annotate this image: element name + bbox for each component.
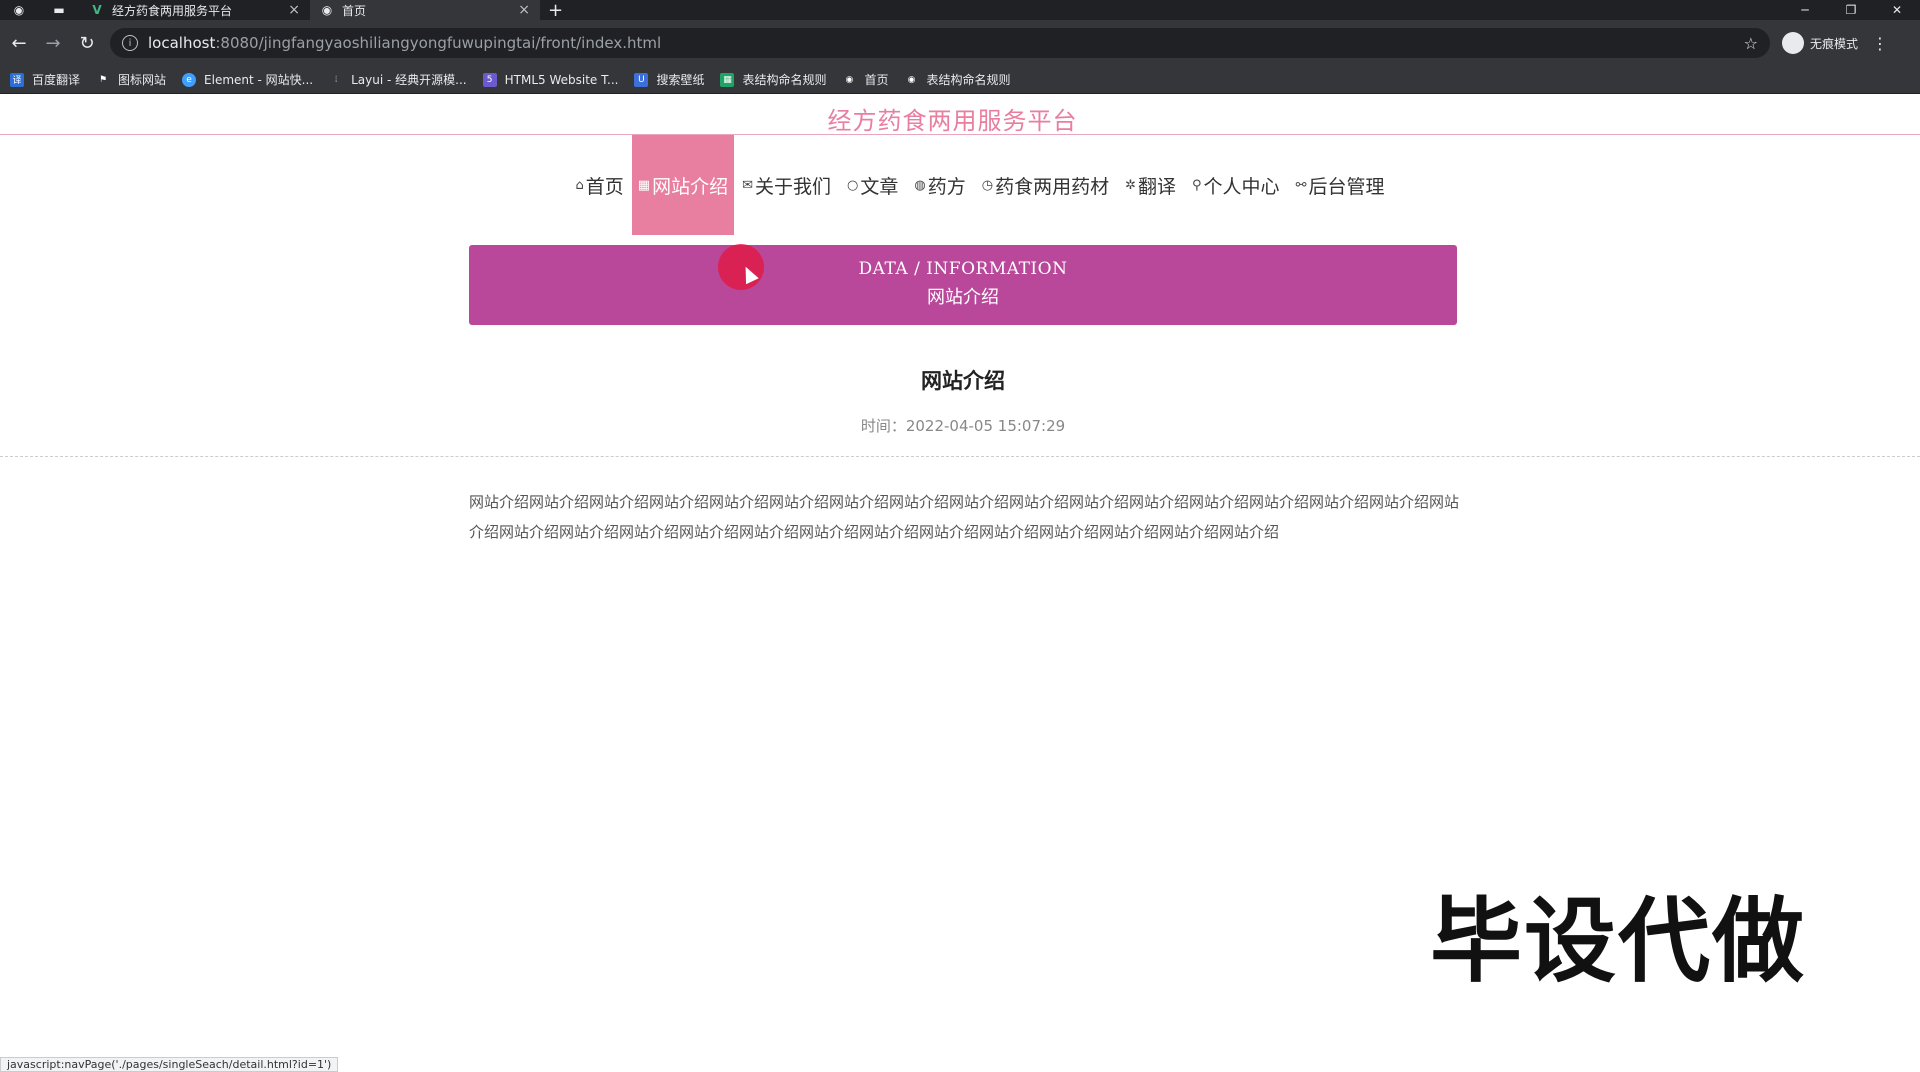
click-indicator xyxy=(718,244,764,290)
url-host: localhost xyxy=(148,34,216,52)
flag-icon: ⚑ xyxy=(98,74,108,85)
browser-tab-2[interactable]: ◉ 首页 × xyxy=(310,0,540,20)
wallpaper-icon: U xyxy=(634,72,649,87)
nav-label: 关于我们 xyxy=(755,175,832,198)
article-body: 网站介绍网站介绍网站介绍网站介绍网站介绍网站介绍网站介绍网站介绍网站介绍网站介绍… xyxy=(469,493,1460,541)
window-controls: ─ ❐ ✕ xyxy=(1782,0,1920,20)
circle-icon: ○ xyxy=(847,177,859,193)
nav-item-profile[interactable]: ⚲ 个人中心 xyxy=(1184,135,1288,235)
link-icon: ⚯ xyxy=(1295,177,1307,193)
tab-title: 首页 xyxy=(342,3,367,18)
element-logo-icon: e xyxy=(182,72,197,87)
main-nav: ⌂ 首页 ▦ 网站介绍 ✉ 关于我们 ○ 文章 ◍ 药方 ◷ 药食两用药材 ✲ 翻译 ⚲ 个人中… xyxy=(0,135,1920,235)
close-tab-icon[interactable]: × xyxy=(288,2,300,18)
layui-logo-icon: ⦙ xyxy=(335,74,338,85)
back-arrow-icon[interactable]: ← xyxy=(4,28,34,58)
bookmark-item[interactable]: ⚑ 图标网站 xyxy=(96,71,166,88)
bookmark-label: Element - 网站快... xyxy=(204,73,314,87)
bookmark-star-icon[interactable]: ☆ xyxy=(1744,34,1758,53)
incognito-profile[interactable]: 无痕模式 xyxy=(1782,32,1858,54)
tab-search-icon[interactable]: ▬ xyxy=(50,1,68,19)
nav-item-articles[interactable]: ○ 文章 xyxy=(839,135,906,235)
browser-toolbar: ← → ↻ i localhost:8080/jingfangyaoshilia… xyxy=(0,20,1920,66)
bookmark-item[interactable]: 5 HTML5 Website T... xyxy=(482,72,619,87)
nav-item-prescriptions[interactable]: ◍ 药方 xyxy=(906,135,973,235)
globe-icon: ◍ xyxy=(914,177,926,193)
nav-label: 个人中心 xyxy=(1203,175,1280,198)
minimize-icon[interactable]: ─ xyxy=(1782,0,1828,20)
restore-icon[interactable]: ❐ xyxy=(1828,0,1874,20)
more-menu-icon[interactable]: ⋮ xyxy=(1872,34,1888,53)
nav-item-translate[interactable]: ✲ 翻译 xyxy=(1117,135,1184,235)
browser-menu-icon[interactable]: ◉ xyxy=(10,1,28,19)
reload-icon[interactable]: ↻ xyxy=(72,28,102,58)
nav-item-herbs[interactable]: ◷ 药食两用药材 xyxy=(974,135,1117,235)
nav-label: 文章 xyxy=(860,175,899,198)
bookmarks-bar: 译百度翻译 ⚑ 图标网站 e Element - 网站快... ⦙ Layui - 经… xyxy=(0,66,1920,94)
grid-icon: ▦ xyxy=(637,177,651,193)
html5-icon: 5 xyxy=(482,72,497,87)
mail-icon: ✉ xyxy=(742,177,753,193)
new-tab-button[interactable]: + xyxy=(548,0,563,21)
address-bar[interactable]: i localhost:8080/jingfangyaoshiliangyong… xyxy=(110,28,1770,58)
article-divider xyxy=(0,456,1920,457)
bookmark-label: HTML5 Website T... xyxy=(504,72,619,87)
bookmark-item[interactable]: ◉ 首页 xyxy=(842,71,889,88)
sheet-icon: ▦ xyxy=(720,72,735,87)
web-page: 经方药食两用服务平台 ⌂ 首页 ▦ 网站介绍 ✉ 关于我们 ○ 文章 ◍ 药方 ◷ 药食两用… xyxy=(0,95,1920,1072)
article-title: 网站介绍 xyxy=(921,369,1005,393)
nav-item-site-intro[interactable]: ▦ 网站介绍 xyxy=(631,135,735,235)
bookmark-label: 百度翻译 xyxy=(32,73,81,87)
browser-tab-strip: ◉ ▬ V 经方药食两用服务平台 × ◉ 首页 × + ─ ❐ ✕ xyxy=(0,0,1920,21)
url-path: :8080/jingfangyaoshiliangyongfuwupingtai… xyxy=(215,34,662,52)
home-icon: ⌂ xyxy=(575,177,584,193)
user-icon: ⚲ xyxy=(1192,177,1202,193)
article-time: 时间：2022-04-05 15:07:29 xyxy=(860,417,1066,435)
profile-label: 无痕模式 xyxy=(1810,36,1859,51)
nav-item-admin[interactable]: ⚯ 后台管理 xyxy=(1288,135,1393,235)
forward-arrow-icon[interactable]: → xyxy=(38,28,68,58)
section-banner: DATA / INFORMATION 网站介绍 xyxy=(469,245,1457,325)
bookmark-item[interactable]: U 搜索壁纸 xyxy=(634,71,704,88)
clock-icon: ◷ xyxy=(981,177,994,193)
site-title: 经方药食两用服务平台 xyxy=(827,107,1078,135)
nav-label: 网站介绍 xyxy=(652,175,729,198)
bookmark-label: Layui - 经典开源模... xyxy=(351,73,467,87)
status-url: javascript:navPage('./pages/singleSeach/… xyxy=(0,1057,339,1072)
nav-label: 首页 xyxy=(585,175,624,198)
incognito-icon xyxy=(1782,32,1804,54)
close-window-icon[interactable]: ✕ xyxy=(1874,0,1920,20)
tab-title: 经方药食两用服务平台 xyxy=(112,3,233,18)
nav-label: 后台管理 xyxy=(1308,175,1385,198)
bookmark-label: 搜索壁纸 xyxy=(656,73,705,87)
vue-logo-icon: V xyxy=(92,3,102,17)
bookmark-item[interactable]: 译百度翻译 xyxy=(10,71,80,88)
globe-icon: ◉ xyxy=(845,74,854,85)
close-tab-icon[interactable]: × xyxy=(518,2,530,18)
bookmark-label: 表结构命名规则 xyxy=(926,73,1011,87)
nav-label: 药食两用药材 xyxy=(995,175,1110,198)
banner-english: DATA / INFORMATION xyxy=(858,259,1068,279)
bookmark-item[interactable]: ▦ 表结构命名规则 xyxy=(720,71,826,88)
globe-icon: ◉ xyxy=(321,3,333,17)
bookmark-item[interactable]: ⦙ Layui - 经典开源模... xyxy=(329,71,467,88)
snowflake-icon: ✲ xyxy=(1125,177,1136,193)
nav-item-about[interactable]: ✉ 关于我们 xyxy=(734,135,839,235)
nav-label: 翻译 xyxy=(1138,175,1177,198)
nav-label: 药方 xyxy=(927,175,966,198)
bookmark-item[interactable]: ◉ 表结构命名规则 xyxy=(905,71,1011,88)
watermark-text: 毕设代做 xyxy=(1429,888,1806,995)
browser-tab-1[interactable]: V 经方药食两用服务平台 × xyxy=(80,0,310,20)
bookmark-item[interactable]: e Element - 网站快... xyxy=(182,71,313,88)
banner-chinese: 网站介绍 xyxy=(927,287,999,308)
bookmark-label: 图标网站 xyxy=(118,73,167,87)
bookmark-label: 表结构命名规则 xyxy=(742,73,827,87)
nav-item-home[interactable]: ⌂ 首页 xyxy=(568,135,632,235)
info-icon[interactable]: i xyxy=(122,35,138,51)
bookmark-label: 首页 xyxy=(864,73,889,87)
translate-icon: 译 xyxy=(10,72,24,87)
globe-icon: ◉ xyxy=(907,74,916,85)
